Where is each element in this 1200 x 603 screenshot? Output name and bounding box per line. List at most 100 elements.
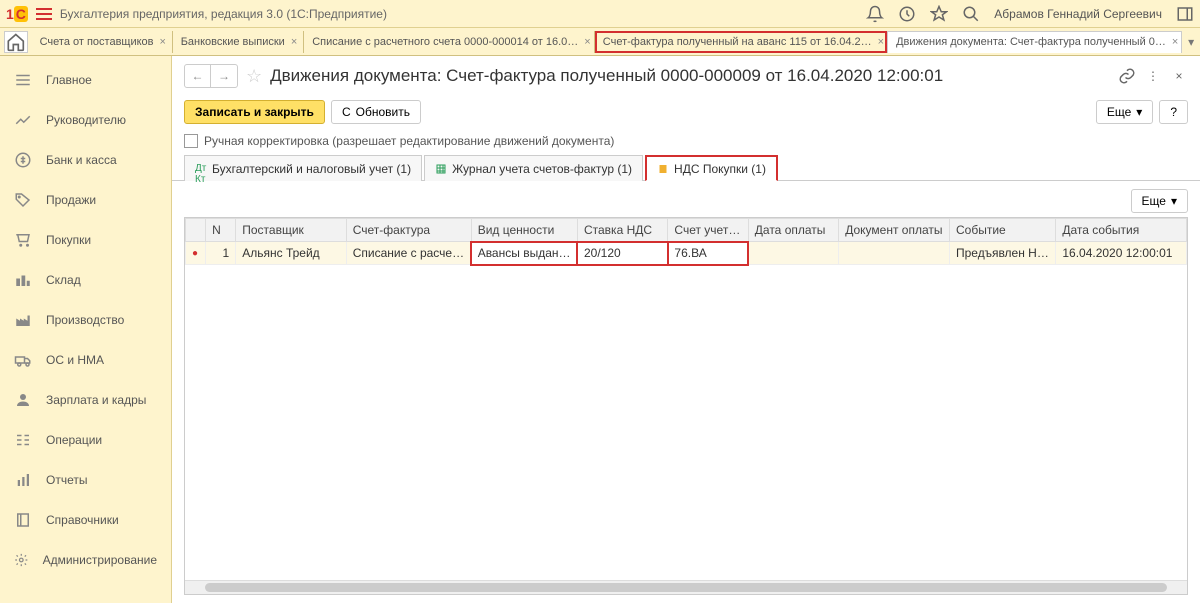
sidebar-item-bank[interactable]: Банк и касса (0, 140, 171, 180)
table[interactable]: N Поставщик Счет-фактура Вид ценности Ст… (184, 217, 1188, 595)
home-tab[interactable] (4, 31, 28, 53)
sidebar-item-warehouse[interactable]: Склад (0, 260, 171, 300)
tab-dropdown[interactable]: ▾ (1182, 35, 1200, 49)
sidebar-item-salary[interactable]: Зарплата и кадры (0, 380, 171, 420)
sidebar-item-admin[interactable]: Администрирование (0, 540, 171, 580)
person-icon (14, 391, 32, 409)
cell-pay-doc[interactable] (839, 242, 950, 265)
cell-pay-date[interactable] (748, 242, 838, 265)
menu-icon[interactable] (36, 8, 52, 20)
menu-icon (14, 71, 32, 89)
col-vat-rate[interactable]: Ставка НДС (577, 219, 667, 242)
cell-account[interactable]: 76.ВА (668, 242, 748, 265)
horizontal-scrollbar[interactable] (185, 580, 1187, 594)
tab-item-0[interactable]: Счета от поставщиков× (32, 31, 173, 53)
refresh-icon: С (342, 105, 351, 119)
chevron-down-icon: ▾ (1171, 194, 1177, 208)
tab-row: Счета от поставщиков× Банковские выписки… (0, 28, 1200, 56)
app-title: Бухгалтерия предприятия, редакция 3.0 (1… (60, 7, 387, 21)
truck-icon (14, 351, 32, 369)
subtab-journal[interactable]: Журнал учета счетов-фактур (1) (424, 155, 643, 181)
manual-edit-checkbox[interactable] (184, 134, 198, 148)
bank-icon (14, 151, 32, 169)
cell-invoice[interactable]: Списание с расче… (346, 242, 471, 265)
accounting-icon: ДтКт (195, 163, 207, 175)
page-header: ← → ☆ Движения документа: Счет-фактура п… (172, 56, 1200, 96)
more-button[interactable]: Еще ▾ (1096, 100, 1153, 124)
tag-icon (14, 191, 32, 209)
cell-supplier[interactable]: Альянс Трейд (236, 242, 347, 265)
tab-item-3[interactable]: Счет-фактура полученный на аванс 115 от … (595, 31, 887, 53)
warehouse-icon (14, 271, 32, 289)
panel-toggle-icon[interactable] (1176, 5, 1194, 23)
close-icon[interactable]: × (878, 36, 884, 48)
close-icon[interactable]: × (1170, 67, 1188, 85)
chevron-down-icon: ▾ (1136, 105, 1142, 119)
report-icon (14, 471, 32, 489)
tab-item-4[interactable]: Движения документа: Счет-фактура получен… (887, 31, 1182, 53)
top-bar: 1C Бухгалтерия предприятия, редакция 3.0… (0, 0, 1200, 28)
operations-icon (14, 431, 32, 449)
col-event[interactable]: Событие (950, 219, 1056, 242)
sidebar-item-assets[interactable]: ОС и НМА (0, 340, 171, 380)
sidebar-item-production[interactable]: Производство (0, 300, 171, 340)
close-icon[interactable]: × (160, 36, 166, 48)
col-value-type[interactable]: Вид ценности (471, 219, 577, 242)
link-icon[interactable] (1118, 67, 1136, 85)
col-pay-doc[interactable]: Документ оплаты (839, 219, 950, 242)
close-icon[interactable]: × (584, 36, 590, 48)
cell-value-type[interactable]: Авансы выдан… (471, 242, 577, 265)
col-event-date[interactable]: Дата события (1056, 219, 1187, 242)
col-pay-date[interactable]: Дата оплаты (748, 219, 838, 242)
grid-icon (435, 163, 447, 175)
chart-icon (14, 111, 32, 129)
close-icon[interactable]: × (1172, 36, 1178, 48)
table-header-row: N Поставщик Счет-фактура Вид ценности Ст… (186, 219, 1187, 242)
cell-vat-rate[interactable]: 20/120 (577, 242, 667, 265)
sidebar-item-sales[interactable]: Продажи (0, 180, 171, 220)
table-more-button[interactable]: Еще ▾ (1131, 189, 1188, 213)
favorite-star-icon[interactable]: ☆ (246, 66, 262, 87)
sidebar-item-manager[interactable]: Руководителю (0, 100, 171, 140)
star-icon[interactable] (930, 5, 948, 23)
sidebar: Главное Руководителю Банк и касса Продаж… (0, 56, 172, 603)
cell-event[interactable]: Предъявлен Н… (950, 242, 1056, 265)
subtabs: ДтКтБухгалтерский и налоговый учет (1) Ж… (172, 154, 1200, 181)
book-icon (14, 511, 32, 529)
col-n[interactable]: N (206, 219, 236, 242)
cell-n[interactable]: 1 (206, 242, 236, 265)
col-account[interactable]: Счет учет… (668, 219, 748, 242)
row-marker: ● (186, 242, 206, 265)
back-button[interactable]: ← (185, 65, 211, 87)
subtab-accounting[interactable]: ДтКтБухгалтерский и налоговый учет (1) (184, 155, 422, 181)
cell-event-date[interactable]: 16.04.2020 12:00:01 (1056, 242, 1187, 265)
sidebar-item-reports[interactable]: Отчеты (0, 460, 171, 500)
search-icon[interactable] (962, 5, 980, 23)
help-button[interactable]: ? (1159, 100, 1188, 124)
page-title: Движения документа: Счет-фактура получен… (270, 66, 943, 86)
sidebar-item-operations[interactable]: Операции (0, 420, 171, 460)
sidebar-item-main[interactable]: Главное (0, 60, 171, 100)
table-row[interactable]: ● 1 Альянс Трейд Списание с расче… Аванс… (186, 242, 1187, 265)
subtab-vat-purchases[interactable]: НДС Покупки (1) (645, 155, 778, 181)
user-name[interactable]: Абрамов Геннадий Сергеевич (994, 7, 1162, 21)
col-supplier[interactable]: Поставщик (236, 219, 347, 242)
main-content: ← → ☆ Движения документа: Счет-фактура п… (172, 56, 1200, 603)
bell-icon[interactable] (866, 5, 884, 23)
table-area: Еще ▾ N Поставщик Счет-фактура Вид ценно… (172, 181, 1200, 603)
col-invoice[interactable]: Счет-фактура (346, 219, 471, 242)
document-icon (657, 163, 669, 175)
toolbar: Записать и закрыть СОбновить Еще ▾ ? (172, 96, 1200, 128)
tab-item-2[interactable]: Списание с расчетного счета 0000-000014 … (304, 31, 595, 53)
refresh-button[interactable]: СОбновить (331, 100, 421, 124)
gear-icon (14, 551, 29, 569)
history-icon[interactable] (898, 5, 916, 23)
save-close-button[interactable]: Записать и закрыть (184, 100, 325, 124)
close-icon[interactable]: × (291, 36, 297, 48)
manual-edit-row: Ручная корректировка (разрешает редактир… (172, 128, 1200, 154)
more-icon[interactable]: ⋮ (1144, 67, 1162, 85)
tab-item-1[interactable]: Банковские выписки× (173, 31, 304, 53)
sidebar-item-directories[interactable]: Справочники (0, 500, 171, 540)
forward-button[interactable]: → (211, 65, 237, 87)
sidebar-item-purchases[interactable]: Покупки (0, 220, 171, 260)
